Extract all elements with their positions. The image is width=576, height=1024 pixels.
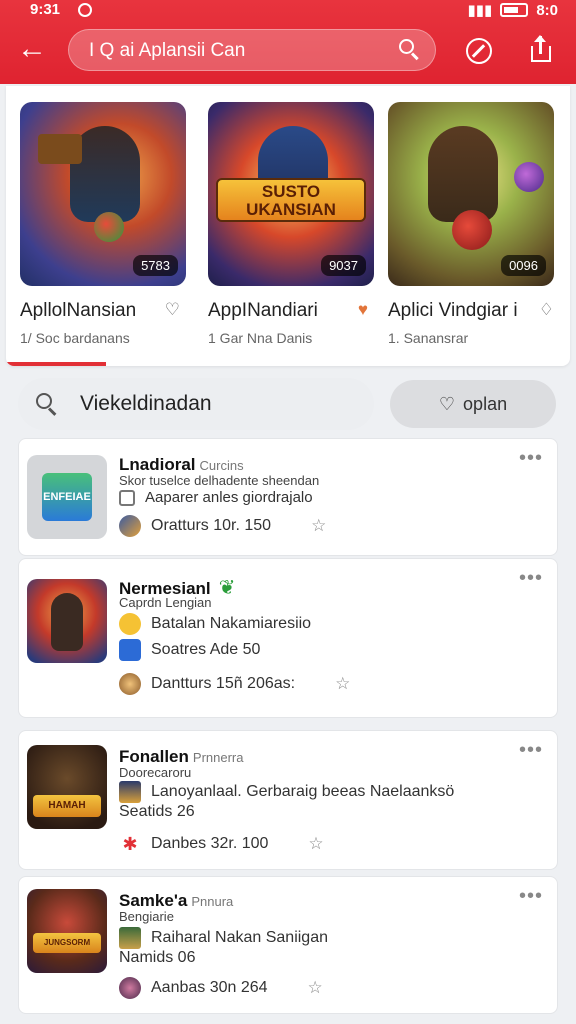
developer-avatar [119, 673, 141, 695]
block-icon[interactable] [466, 38, 492, 64]
filter-search-input[interactable]: Viekeldinadan [18, 378, 374, 430]
share-icon[interactable] [528, 35, 554, 64]
leaf-icon: ❦ [218, 577, 236, 599]
favorite-icon[interactable]: ♢ [539, 300, 554, 320]
featured-badge: 5783 [133, 255, 178, 276]
card-line: Lanoyanlaal. Gerbaraig beeas Naelaanksö [151, 783, 455, 800]
card-line: Namids 06 [119, 949, 196, 966]
top-app-bar: 9:31 ▮▮▮ 8:0 ← I Q ai Aplansii Can [0, 0, 576, 84]
favorite-icon[interactable]: ♥ [358, 300, 368, 320]
featured-game-image: 5783 [20, 102, 186, 286]
featured-subtitle: 1/ Soc bardanans [20, 330, 130, 346]
filter-search-value: Viekeldinadan [80, 392, 212, 415]
sparkle-icon: ✱ [122, 834, 138, 854]
featured-card[interactable]: 0096 Aplici Vindgiar i ♢ 1. Sanansrar [388, 102, 554, 346]
app-thumbnail [27, 579, 107, 663]
featured-game-image: SUSTO UKANSIAN 9037 [208, 102, 374, 286]
search-query: I Q ai Aplansii Can [89, 40, 246, 61]
carousel-indicator [6, 362, 106, 366]
card-line: Batalan Nakamiaresiio [151, 615, 312, 632]
featured-subtitle: 1. Sanansrar [388, 330, 469, 346]
game-icon [119, 781, 141, 803]
featured-game-image: 0096 [388, 102, 554, 286]
card-line: Aanbas 30n 264 [151, 979, 268, 996]
search-icon[interactable] [399, 39, 421, 61]
card-title: Samke'a [119, 891, 188, 910]
app-thumbnail: JUNGSORM [27, 889, 107, 973]
filter-button[interactable]: ♡ oplan [390, 380, 556, 428]
emoji-icon [119, 613, 141, 635]
heart-icon: ♡ [438, 394, 456, 414]
rating-star-icon[interactable]: ☆ [308, 834, 323, 854]
card-tag: Curcins [199, 458, 244, 473]
more-options-icon[interactable]: ••• [519, 448, 543, 468]
list-item[interactable]: JUNGSORM Samke'a Pnnura ••• Bengiarie Rai… [18, 876, 558, 1014]
game-icon [119, 927, 141, 949]
list-item[interactable]: HAMAH Fonallen Prnnerra ••• Doorecaroru L… [18, 730, 558, 870]
card-line: Oratturs 10r. 150 [151, 517, 272, 534]
list-item[interactable]: Nermesianl ❦ ••• Caprdn Lengian Batalan N… [18, 558, 558, 718]
more-options-icon[interactable]: ••• [519, 886, 543, 906]
card-line: Seatids 26 [119, 803, 195, 820]
filter-button-label: oplan [463, 394, 508, 414]
app-logo: ENFEIAE [42, 473, 92, 521]
featured-card[interactable]: SUSTO UKANSIAN 9037 AppINandiari ♥ 1 Gar … [208, 102, 374, 346]
status-right-text: 8:0 [536, 1, 558, 19]
featured-title: AppINandiari [208, 300, 318, 321]
featured-banner: SUSTO UKANSIAN [216, 178, 366, 222]
card-line: Dantturs 15ñ 206as: [151, 675, 296, 692]
featured-title: Aplici Vindgiar i [388, 300, 518, 321]
status-time: 9:31 [30, 1, 61, 18]
card-title: Lnadioral [119, 455, 196, 474]
rating-star-icon[interactable]: ☆ [335, 674, 350, 694]
card-line: Danbes 32r. 100 [151, 835, 269, 852]
facebook-icon [119, 639, 141, 661]
card-line: Aaparer anles giordrajalo [145, 489, 313, 506]
back-arrow-icon: ← [17, 32, 47, 65]
notification-icon [78, 3, 92, 17]
featured-subtitle: 1 Gar Nna Danis [208, 330, 313, 346]
rating-star-icon[interactable]: ☆ [308, 978, 323, 998]
app-thumbnail: HAMAH [27, 745, 107, 829]
developer-avatar [119, 977, 141, 999]
list-item[interactable]: ENFEIAE Lnadioral Curcins ••• Skor tuselc… [18, 438, 558, 556]
featured-title: ApllolNansian [20, 300, 137, 321]
card-tag: Pnnura [191, 894, 234, 909]
app-logo: JUNGSORM [33, 933, 101, 953]
back-button[interactable]: ← [14, 33, 50, 69]
featured-card[interactable]: 5783 ApllolNansian ♡ 1/ Soc bardanans [20, 102, 186, 346]
card-line: Raiharal Nakan Saniigan [151, 929, 328, 946]
more-options-icon[interactable]: ••• [519, 568, 543, 588]
status-icons: ▮▮▮ 8:0 [467, 1, 558, 20]
featured-carousel[interactable]: 5783 ApllolNansian ♡ 1/ Soc bardanans SUS… [6, 86, 570, 366]
app-thumbnail: ENFEIAE [27, 455, 107, 539]
featured-badge: 0096 [501, 255, 546, 276]
battery-icon [500, 3, 529, 17]
card-line: Soatres Ade 50 [151, 641, 261, 658]
card-subtitle: Bengiarie [119, 909, 174, 924]
signal-icon: ▮▮▮ [467, 2, 493, 19]
more-options-icon[interactable]: ••• [519, 740, 543, 760]
favorite-icon[interactable]: ♡ [165, 300, 180, 320]
search-input[interactable]: I Q ai Aplansii Can [68, 29, 436, 71]
developer-avatar [119, 515, 141, 537]
card-subtitle: Doorecaroru [119, 765, 192, 780]
featured-badge: 9037 [321, 255, 366, 276]
card-subtitle: Skor tuselce delhadente sheendan [119, 473, 320, 488]
card-title: Fonallen [119, 747, 189, 766]
search-icon [36, 393, 58, 416]
app-logo: HAMAH [33, 795, 101, 817]
card-tag: Prnnerra [192, 750, 244, 765]
bookmark-icon [119, 489, 135, 506]
card-subtitle: Caprdn Lengian [119, 595, 212, 610]
status-bar: 9:31 ▮▮▮ 8:0 [0, 0, 576, 22]
rating-star-icon[interactable]: ☆ [311, 516, 326, 536]
